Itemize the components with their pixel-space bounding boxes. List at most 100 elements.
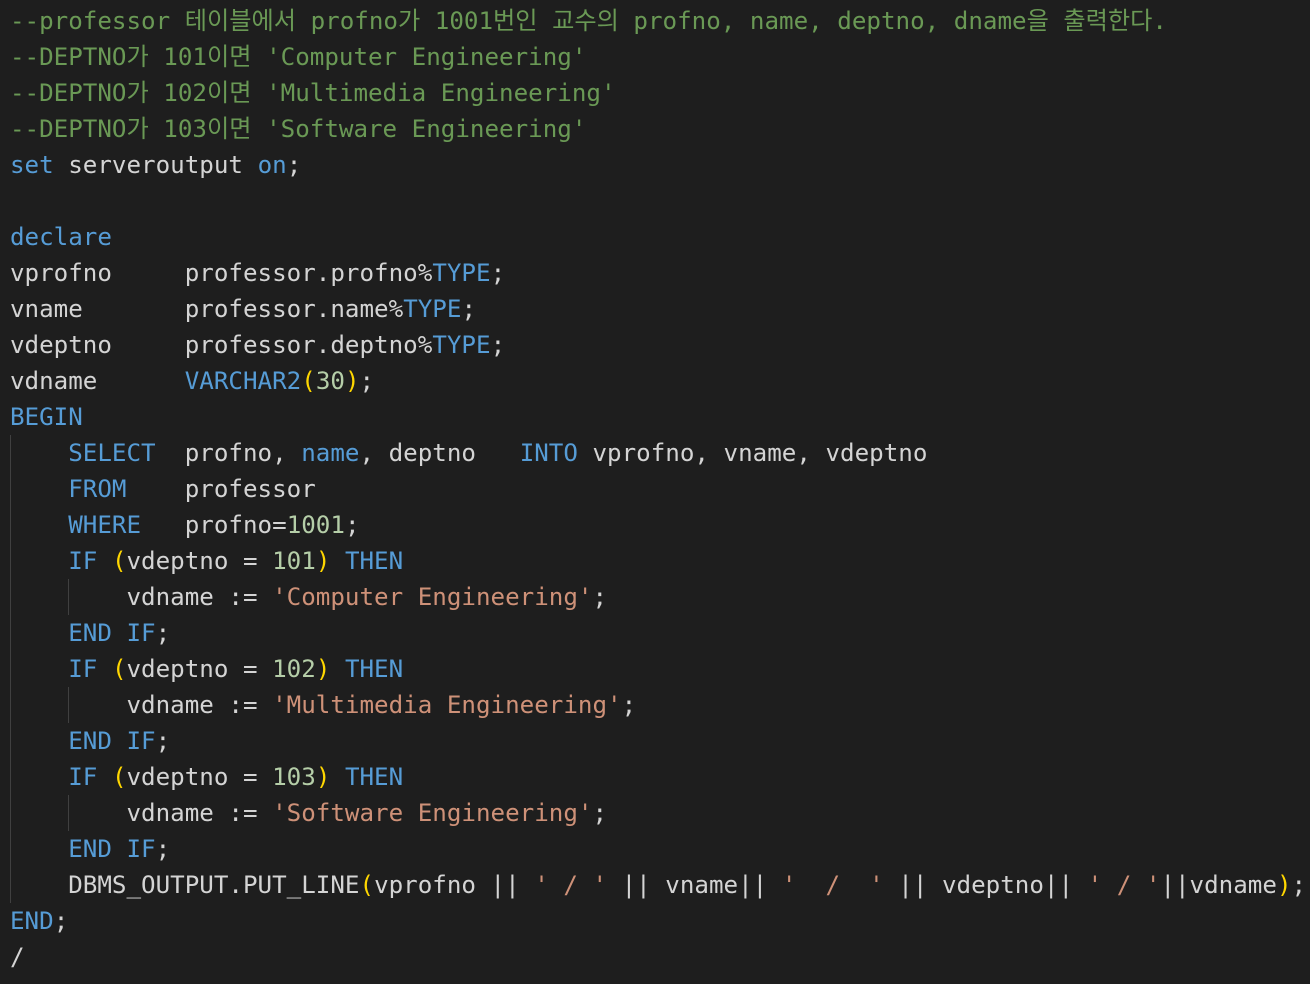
code-line[interactable]: vdeptno professor.deptno%TYPE; [10, 327, 1310, 363]
code-token-op: ; [621, 691, 637, 719]
code-token-comment: --DEPTNO가 102이면 'Multimedia Engineering' [10, 79, 616, 107]
code-token-str: ' / ' [534, 871, 608, 899]
code-token-comment: --professor 테이블에서 profno가 1001번인 교수의 pro… [10, 7, 1167, 35]
code-editor[interactable]: --professor 테이블에서 profno가 1001번인 교수의 pro… [0, 0, 1310, 984]
code-token-kw: on [257, 151, 287, 179]
code-token-ident [10, 835, 68, 863]
code-line[interactable]: END IF; [10, 723, 1310, 759]
code-token-ident [330, 763, 345, 791]
code-line[interactable]: IF (vdeptno = 102) THEN [10, 651, 1310, 687]
code-token-comment: --DEPTNO가 103이면 'Software Engineering' [10, 115, 587, 143]
code-token-ident: vname professor.name% [10, 295, 404, 323]
code-token-type: TYPE [403, 295, 462, 323]
code-line[interactable]: END IF; [10, 615, 1310, 651]
code-line[interactable]: vdname := 'Multimedia Engineering'; [10, 687, 1310, 723]
code-token-ident [10, 619, 68, 647]
code-token-op: ; [490, 331, 506, 359]
code-token-ident: ||vdname [1160, 871, 1277, 899]
code-token-ident: vprofno || [374, 871, 535, 899]
code-token-num: 102 [272, 655, 316, 683]
code-token-ident [10, 439, 68, 467]
code-token-kw: IF [68, 547, 98, 575]
code-line[interactable]: vdname := 'Software Engineering'; [10, 795, 1310, 831]
code-token-op: ; [592, 583, 608, 611]
code-token-op: ; [490, 259, 506, 287]
code-line[interactable]: / [10, 939, 1310, 975]
code-token-op: ; [286, 151, 302, 179]
code-line[interactable]: IF (vdeptno = 101) THEN [10, 543, 1310, 579]
code-token-fn: DBMS_OUTPUT.PUT_LINE [10, 871, 360, 899]
code-token-kw: END [68, 619, 112, 647]
code-token-paren: ( [301, 367, 316, 395]
code-token-str: 'Multimedia Engineering' [272, 691, 622, 719]
code-token-ident: vdeptno professor.deptno% [10, 331, 433, 359]
code-token-str: ' / ' [1087, 871, 1161, 899]
code-token-ident: vdeptno = [126, 655, 273, 683]
code-token-ident: profno= [141, 511, 287, 539]
code-line[interactable]: vdname VARCHAR2(30); [10, 363, 1310, 399]
code-token-kw: IF [126, 619, 156, 647]
code-token-paren: ) [315, 547, 331, 575]
code-token-kw: declare [10, 223, 112, 251]
code-token-kw: THEN [344, 763, 404, 791]
code-token-ident [10, 475, 68, 503]
code-line[interactable]: --DEPTNO가 102이면 'Multimedia Engineering' [10, 75, 1310, 111]
code-line[interactable]: WHERE profno=1001; [10, 507, 1310, 543]
code-line[interactable] [10, 183, 1310, 219]
code-token-kw: name [301, 439, 360, 467]
code-token-ident: || vdeptno|| [883, 871, 1088, 899]
code-token-op: ; [155, 619, 171, 647]
code-token-op: ; [359, 367, 375, 395]
code-token-op: ; [344, 511, 360, 539]
code-token-paren: ( [111, 547, 127, 575]
code-token-ident: serveroutput [53, 151, 258, 179]
code-token-paren: ( [111, 763, 127, 791]
code-token-op: ; [592, 799, 608, 827]
code-token-str: 'Computer Engineering' [272, 583, 593, 611]
code-token-op: ; [461, 295, 476, 323]
code-token-ident: vdname := [10, 583, 273, 611]
code-token-num: 103 [272, 763, 316, 791]
code-token-type: TYPE [432, 331, 491, 359]
code-line[interactable]: END IF; [10, 831, 1310, 867]
code-token-ident [10, 511, 68, 539]
code-line[interactable]: --DEPTNO가 101이면 'Computer Engineering' [10, 39, 1310, 75]
code-token-paren: ( [111, 655, 127, 683]
code-token-num: 1001 [286, 511, 345, 539]
code-line[interactable]: END; [10, 903, 1310, 939]
code-token-str: 'Software Engineering' [272, 799, 593, 827]
code-token-ident: , deptno [359, 439, 520, 467]
code-token-ident [10, 727, 68, 755]
code-token-kw: IF [68, 655, 98, 683]
code-token-kw: SELECT [68, 439, 156, 467]
code-line[interactable]: declare [10, 219, 1310, 255]
code-line[interactable]: --professor 테이블에서 profno가 1001번인 교수의 pro… [10, 3, 1310, 39]
code-line[interactable]: FROM professor [10, 471, 1310, 507]
code-token-type: TYPE [432, 259, 491, 287]
code-token-ident [330, 655, 345, 683]
code-token-ident [10, 547, 68, 575]
code-token-op: ; [53, 907, 69, 935]
code-line[interactable]: BEGIN [10, 399, 1310, 435]
code-token-kw: IF [126, 835, 156, 863]
code-token-ident: vdeptno = [126, 547, 273, 575]
code-token-paren: ) [315, 655, 331, 683]
code-token-kw: END [68, 727, 112, 755]
code-line[interactable]: SELECT profno, name, deptno INTO vprofno… [10, 435, 1310, 471]
code-token-kw: END [68, 835, 112, 863]
code-line[interactable]: vprofno professor.profno%TYPE; [10, 255, 1310, 291]
code-lines[interactable]: --professor 테이블에서 profno가 1001번인 교수의 pro… [10, 3, 1310, 975]
code-line[interactable]: --DEPTNO가 103이면 'Software Engineering' [10, 111, 1310, 147]
code-token-op: / [10, 943, 25, 971]
code-token-ident [97, 547, 112, 575]
code-line[interactable]: DBMS_OUTPUT.PUT_LINE(vprofno || ' / ' ||… [10, 867, 1310, 903]
code-line[interactable]: IF (vdeptno = 103) THEN [10, 759, 1310, 795]
code-token-kw: WHERE [68, 511, 142, 539]
code-line[interactable]: vname professor.name%TYPE; [10, 291, 1310, 327]
code-token-ident [97, 763, 112, 791]
code-token-kw: INTO [519, 439, 578, 467]
code-line[interactable]: set serveroutput on; [10, 147, 1310, 183]
code-token-paren: ) [1276, 871, 1292, 899]
code-line[interactable]: vdname := 'Computer Engineering'; [10, 579, 1310, 615]
code-token-ident: profno, [155, 439, 302, 467]
